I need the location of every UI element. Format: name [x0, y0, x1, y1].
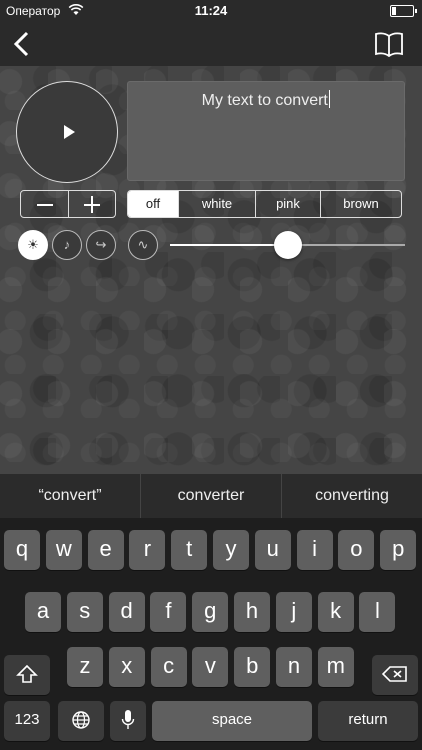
- noise-pink-segment[interactable]: pink: [256, 191, 321, 217]
- key-u[interactable]: u: [254, 530, 291, 570]
- keyboard: 123 space return qwertyuiop asdfghjkl zxcv…: [0, 518, 422, 750]
- key-e[interactable]: e: [87, 530, 124, 570]
- key-r[interactable]: r: [129, 530, 166, 570]
- key-p[interactable]: p: [380, 530, 417, 570]
- key-t[interactable]: t: [171, 530, 208, 570]
- slider-fill: [170, 244, 288, 246]
- speed-stepper: [20, 190, 116, 218]
- numbers-key[interactable]: 123: [4, 701, 50, 741]
- text-caret: [328, 90, 331, 108]
- microphone-icon: [121, 710, 135, 730]
- key-s[interactable]: s: [66, 592, 103, 632]
- key-y[interactable]: y: [213, 530, 249, 570]
- key-c[interactable]: c: [150, 647, 187, 687]
- nav-bar: [0, 22, 422, 66]
- key-o[interactable]: o: [338, 530, 375, 570]
- key-h[interactable]: h: [234, 592, 270, 632]
- noise-segmented-control: off white pink brown: [127, 190, 402, 218]
- key-q[interactable]: q: [4, 530, 40, 570]
- clock: 11:24: [194, 3, 228, 18]
- space-key[interactable]: space: [152, 701, 312, 741]
- music-note-icon[interactable]: ♪: [52, 230, 82, 260]
- main-content: My text to convert off white pink brown …: [0, 66, 422, 474]
- battery-icon: [390, 5, 417, 17]
- slider-knob[interactable]: [273, 231, 302, 259]
- key-g[interactable]: g: [192, 592, 229, 632]
- key-z[interactable]: z: [67, 647, 103, 687]
- key-f[interactable]: f: [150, 592, 187, 632]
- key-w[interactable]: w: [45, 530, 82, 570]
- increase-button[interactable]: [69, 191, 116, 217]
- volume-slider[interactable]: [170, 231, 405, 259]
- globe-icon: [72, 711, 90, 729]
- key-m[interactable]: m: [317, 647, 354, 687]
- key-d[interactable]: d: [108, 592, 145, 632]
- key-i[interactable]: i: [296, 530, 333, 570]
- suggestion-item[interactable]: converter: [141, 474, 282, 518]
- repeat-icon[interactable]: ↪: [86, 230, 116, 260]
- noise-brown-segment[interactable]: brown: [321, 191, 401, 217]
- delete-key[interactable]: [372, 655, 418, 695]
- keyboard-suggestions: “convert” converter converting: [0, 474, 422, 518]
- status-bar: Оператор 11:24: [0, 0, 422, 22]
- key-v[interactable]: v: [192, 647, 229, 687]
- decrease-button[interactable]: [21, 191, 69, 217]
- back-chevron-icon[interactable]: [10, 30, 34, 58]
- suggestion-item[interactable]: “convert”: [0, 474, 141, 518]
- noise-white-segment[interactable]: white: [179, 191, 256, 217]
- return-key[interactable]: return: [318, 701, 418, 741]
- shift-key[interactable]: [4, 655, 50, 695]
- key-x[interactable]: x: [108, 647, 145, 687]
- key-b[interactable]: b: [234, 647, 271, 687]
- key-k[interactable]: k: [317, 592, 354, 632]
- wave-icon[interactable]: ∿: [128, 230, 158, 260]
- play-button[interactable]: [16, 81, 118, 183]
- backspace-icon: [381, 666, 407, 682]
- key-n[interactable]: n: [276, 647, 312, 687]
- key-a[interactable]: a: [25, 592, 61, 632]
- dictation-key[interactable]: [110, 701, 146, 741]
- book-icon[interactable]: [374, 30, 404, 58]
- noise-off-segment[interactable]: off: [128, 191, 179, 217]
- sun-icon[interactable]: ☀: [18, 230, 48, 260]
- play-icon: [64, 125, 75, 139]
- text-input-value: My text to convert: [201, 92, 328, 109]
- shift-icon: [16, 664, 38, 683]
- key-j[interactable]: j: [275, 592, 312, 632]
- suggestion-item[interactable]: converting: [282, 474, 422, 518]
- key-l[interactable]: l: [359, 592, 396, 632]
- text-input[interactable]: My text to convert: [127, 81, 405, 181]
- globe-key[interactable]: [58, 701, 104, 741]
